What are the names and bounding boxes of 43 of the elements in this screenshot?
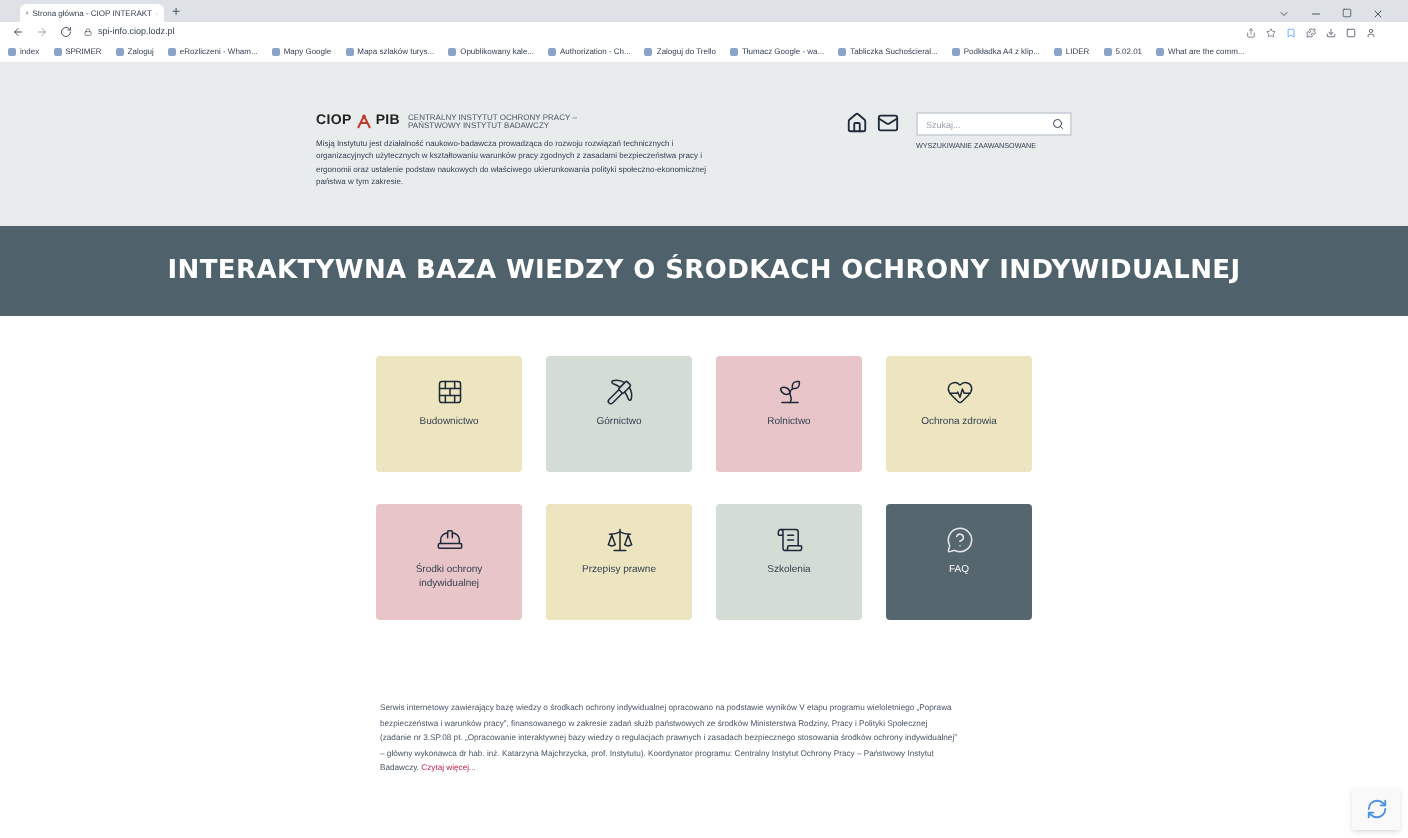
bookmark-icon — [644, 48, 653, 56]
lock-icon — [84, 28, 92, 36]
bookmark-icon — [345, 48, 354, 56]
mail-icon[interactable] — [876, 112, 900, 134]
home-icon[interactable] — [846, 112, 868, 134]
maximize-icon[interactable] — [1342, 8, 1352, 18]
bookmark-icon — [167, 48, 176, 56]
recaptcha-icon — [1365, 798, 1387, 820]
bookmark-icon — [548, 48, 557, 56]
category-icon — [945, 378, 973, 406]
logo-figure-icon — [355, 114, 372, 131]
bookmark-icon — [115, 48, 124, 56]
back-icon[interactable] — [12, 26, 24, 38]
puzzle-icon[interactable] — [1306, 27, 1316, 37]
category-icon — [435, 378, 463, 406]
bookmark-icon — [271, 48, 280, 56]
recaptcha-badge[interactable] — [1352, 788, 1400, 830]
profile-icon[interactable] — [1366, 27, 1376, 37]
bookmark-icon — [1053, 48, 1062, 56]
category-icon — [775, 526, 803, 554]
category-icon — [775, 378, 803, 406]
category-icon — [605, 378, 633, 406]
bookmark-icon — [729, 48, 738, 56]
bookmark-icon — [448, 48, 457, 56]
search-icon[interactable] — [1052, 118, 1064, 130]
category-icon — [435, 526, 463, 554]
minimize-icon[interactable] — [1310, 7, 1322, 19]
sidebar-icon[interactable] — [1346, 27, 1356, 37]
bookmark-icon — [53, 48, 62, 56]
share-icon[interactable] — [1246, 27, 1256, 37]
star-icon[interactable] — [1266, 27, 1276, 37]
download-icon[interactable] — [1326, 27, 1336, 37]
bookmark-icon — [1156, 48, 1165, 56]
forward-icon[interactable] — [36, 26, 48, 38]
category-icon — [945, 526, 973, 554]
chevron-icon[interactable] — [1278, 7, 1290, 19]
bookmark-icon — [951, 48, 960, 56]
bookmark-icon — [8, 48, 16, 56]
banner: INTERAKTYWNA BAZA WIEDZY O ŚRODKACH OCHRONY INDYWIDUALNEJ — [0, 226, 1408, 316]
reload-icon[interactable] — [60, 26, 72, 38]
bookmark-icon — [1103, 48, 1112, 56]
bookmark-icon — [838, 48, 847, 56]
category-icon — [605, 526, 633, 554]
